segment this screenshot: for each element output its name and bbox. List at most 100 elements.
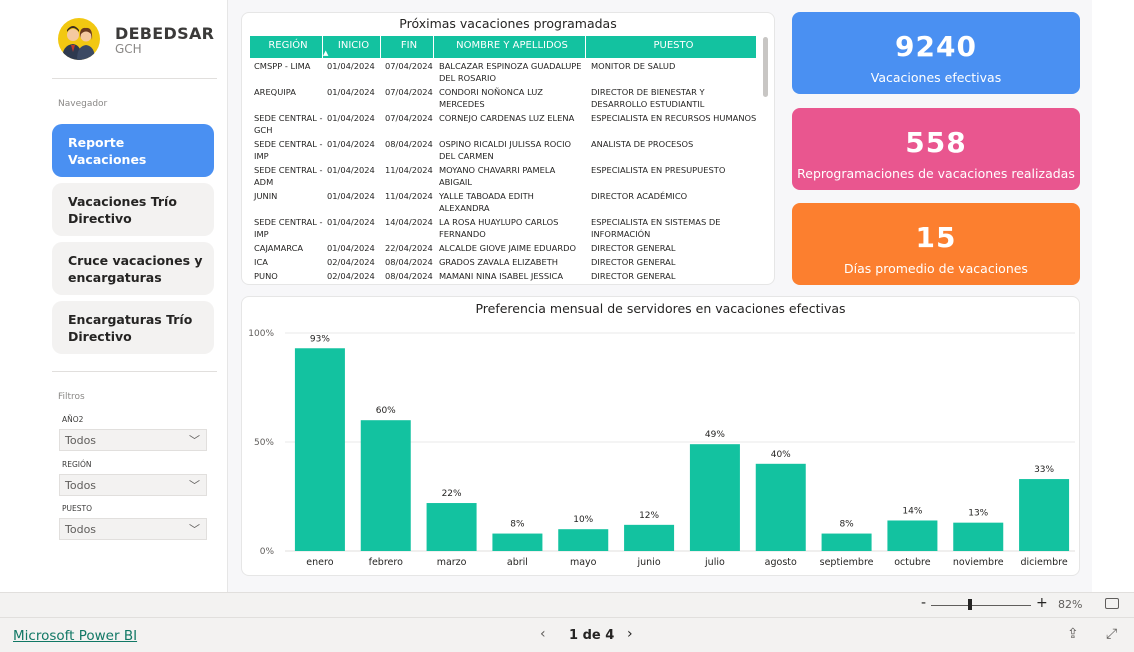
filter-value: Todos — [65, 523, 97, 536]
powerbi-link[interactable]: Microsoft Power BI — [13, 628, 137, 644]
sort-ascending-icon: ▲ — [323, 49, 329, 57]
table-cell: SEDE CENTRAL — [250, 284, 323, 286]
brand-title: DEBEDSAR — [115, 24, 215, 43]
table-row[interactable]: PUNO 02/04/2024 08/04/2024 MAMANI NINA ISAB… — [250, 268, 757, 282]
column-header-region[interactable]: REGIÓN — [250, 36, 323, 58]
column-header-puesto[interactable]: PUESTO — [586, 36, 757, 58]
table-cell: 01/04/2024 — [327, 191, 375, 201]
bar-value-label: 49% — [705, 430, 725, 440]
table-row[interactable]: CMSPP - LIMA 01/04/2024 07/04/2024 BALCAZAR… — [250, 58, 757, 84]
table-cell: 14/04/2024 — [385, 217, 433, 227]
zoom-in-button[interactable]: + — [1036, 595, 1048, 611]
nav-button-reporte-vacaciones[interactable]: Reporte Vacaciones — [52, 124, 214, 177]
bar-value-label: 22% — [442, 489, 462, 499]
chevron-down-icon: ﹀ — [189, 434, 200, 447]
table-row[interactable]: SEDE CENTRAL02/04/202411/04/2024AVILA GU… — [250, 282, 757, 286]
brand-logo — [58, 18, 100, 60]
table-cell: MOYANO CHAVARRI PAMELA ABIGAIL — [439, 165, 556, 187]
brand-subtitle: GCH — [115, 42, 142, 56]
bar — [492, 533, 543, 551]
table-row[interactable]: CAJAMARCA 01/04/2024 22/04/2024 ALCALDE GIO… — [250, 240, 757, 254]
table-cell: 02/04/2024 — [323, 284, 381, 286]
table-cell: ESPECIALISTA EN RECURSOS HUMANOS — [591, 113, 757, 123]
filter-label-region: REGIÓN — [62, 460, 92, 469]
kpi-value: 558 — [905, 126, 967, 159]
sidebar: DEBEDSAR GCH Navegador Reporte Vacacione… — [0, 0, 228, 592]
table-cell: CAJAMARCA — [254, 243, 304, 253]
table-cell: CMSPP - LIMA — [254, 61, 311, 71]
x-tick-label: septiembre — [820, 557, 874, 568]
table-cell: 07/04/2024 — [385, 113, 433, 123]
nav-button-encargaturas-trio-directivo[interactable]: Encargaturas Trío Directivo — [52, 301, 214, 354]
zoom-bar: - + 82% — [0, 592, 1134, 617]
vacations-table: REGIÓN INICIO ▲ FIN NOMBRE Y APELLIDOS PU… — [250, 36, 757, 286]
table-cell: YALLE TABOADA EDITH ALEXANDRA — [439, 191, 534, 213]
previous-page-icon[interactable]: ‹ — [540, 626, 546, 642]
column-header-inicio[interactable]: INICIO ▲ — [323, 36, 381, 58]
nav-label: Navegador — [58, 99, 108, 109]
table-cell: 01/04/2024 — [327, 87, 375, 97]
column-header-fin[interactable]: FIN — [381, 36, 434, 58]
filter-select-year[interactable]: Todos ﹀ — [59, 429, 207, 451]
chevron-down-icon: ﹀ — [189, 523, 200, 536]
table-cell: 01/04/2024 — [327, 113, 375, 123]
filter-select-region[interactable]: Todos ﹀ — [59, 474, 207, 496]
table-scrollbar[interactable] — [763, 37, 768, 97]
y-tick-label: 50% — [254, 438, 274, 448]
table-cell: 22/04/2024 — [385, 243, 433, 253]
share-icon[interactable]: ⇪ — [1067, 626, 1079, 642]
kpi-label: Días promedio de vacaciones — [844, 261, 1028, 276]
table-row[interactable]: SEDE CENTRAL - ADM 01/04/2024 11/04/2024 MO… — [250, 162, 757, 188]
table-cell: MONITOR DE SALUD — [591, 61, 676, 71]
table-cell: SEDE CENTRAL - ADM — [254, 165, 323, 187]
kpi-value: 15 — [915, 221, 957, 254]
table-row[interactable]: SEDE CENTRAL - IMP 01/04/2024 14/04/2024 LA… — [250, 214, 757, 240]
column-header-nombre[interactable]: NOMBRE Y APELLIDOS — [434, 36, 586, 58]
x-tick-label: enero — [306, 557, 333, 568]
footer: Microsoft Power BI ‹ 1 de 4 › ⇪ ⤢ — [0, 617, 1134, 652]
x-tick-label: noviembre — [953, 557, 1004, 568]
table-cell: ESPECIALISTA EN SISTEMAS DE INFORMACIÓN — [591, 217, 721, 239]
table-row[interactable]: SEDE CENTRAL - IMP 01/04/2024 08/04/2024 OS… — [250, 136, 757, 162]
bar — [294, 348, 345, 551]
filter-label-puesto: PUESTO — [62, 504, 92, 513]
nav-button-cruce-vacaciones[interactable]: Cruce vacaciones y encargaturas — [52, 242, 214, 295]
filter-value: Todos — [65, 479, 97, 492]
table-row[interactable]: JUNIN 01/04/2024 11/04/2024 YALLE TABOADA E… — [250, 188, 757, 214]
x-tick-label: julio — [704, 557, 725, 568]
table-cell: 08/04/2024 — [385, 139, 433, 149]
bar — [821, 533, 872, 551]
table-cell: ESPECIALISTA EN PRESUPUESTO — [591, 165, 726, 175]
filter-select-puesto[interactable]: Todos ﹀ — [59, 518, 207, 540]
table-cell: MAMANI NINA ISABEL JESSICA — [439, 271, 564, 281]
table-row[interactable]: AREQUIPA 01/04/2024 07/04/2024 CONDORI NOÑO… — [250, 84, 757, 110]
table-row[interactable]: SEDE CENTRAL - GCH 01/04/2024 07/04/2024 CO… — [250, 110, 757, 136]
table-cell: 01/04/2024 — [327, 139, 375, 149]
zoom-slider-thumb[interactable] — [968, 599, 972, 610]
table-cell: 08/04/2024 — [385, 271, 433, 281]
table-row[interactable]: ICA 02/04/2024 08/04/2024 GRADOS ZAVALA ELI… — [250, 254, 757, 268]
page-indicator: 1 de 4 — [569, 628, 615, 643]
y-tick-label: 100% — [248, 329, 274, 339]
table-cell: AREQUIPA — [254, 87, 296, 97]
zoom-out-button[interactable]: - — [921, 595, 926, 611]
table-cell: SEDE CENTRAL - IMP — [254, 217, 323, 239]
y-tick-label: 0% — [260, 547, 275, 557]
table-cell: ICA — [254, 257, 268, 267]
kpi-label: Reprogramaciones de vacaciones realizada… — [797, 166, 1075, 181]
x-tick-label: junio — [637, 557, 661, 568]
table-cell: DIRECTOR ACADÉMICO — [591, 191, 688, 201]
fit-to-page-icon[interactable] — [1105, 598, 1119, 609]
table-cell: DIRECTOR GENERAL — [591, 243, 676, 253]
nav-button-vacaciones-trio-directivo[interactable]: Vacaciones Trío Directivo — [52, 183, 214, 236]
filters-label: Filtros — [58, 392, 85, 402]
bar — [755, 463, 806, 551]
next-page-icon[interactable]: › — [627, 626, 633, 642]
table-cell: 11/04/2024 — [381, 284, 434, 286]
vacations-table-panel: Próximas vacaciones programadas REGIÓN I… — [241, 12, 775, 286]
fullscreen-icon[interactable]: ⤢ — [1106, 626, 1117, 642]
kpi-card-dias-promedio: 15 Días promedio de vacaciones — [792, 203, 1080, 285]
table-cell: DIRECTOR GENERAL — [591, 257, 676, 267]
zoom-slider-track[interactable] — [931, 605, 1031, 606]
table-cell: 02/04/2024 — [327, 257, 375, 267]
